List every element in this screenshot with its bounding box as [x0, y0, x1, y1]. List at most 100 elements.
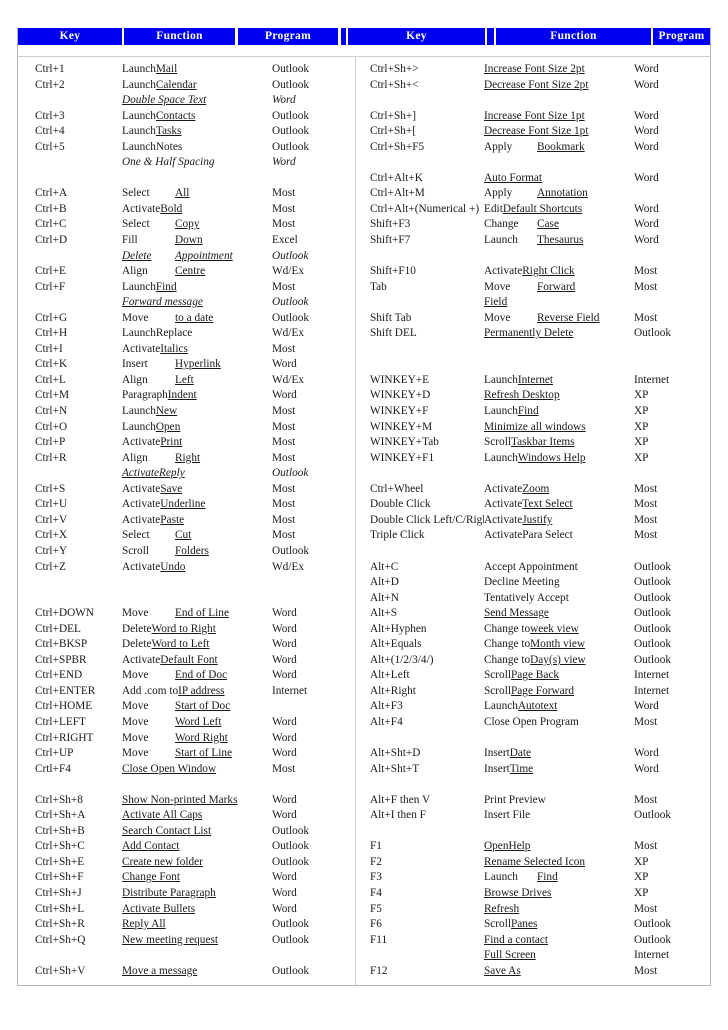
shortcut-key-cell: Ctrl+Sh+J [35, 886, 82, 899]
table-row-spacer [356, 731, 710, 747]
table-row: Alt+(1/2/3/4/) Change to Day(s) view Outlo… [356, 653, 710, 669]
table-row: Ctrl+Wheel Activate Zoom Most [356, 482, 710, 498]
table-row: Ctrl+H Launch Replace Wd/Ex [18, 326, 355, 342]
shortcut-function-cell: Activate Print [122, 435, 272, 451]
table-row: F4 Browse Drives XP [356, 886, 710, 902]
function-verb: Apply [484, 187, 513, 200]
function-verb: Move [122, 607, 149, 620]
shortcut-program-cell: XP [634, 871, 649, 884]
function-object: Contacts [155, 109, 196, 122]
table-row: Ctrl+B Activate Bold Most [18, 202, 355, 218]
shortcut-function-cell: Search Contact List [122, 824, 272, 840]
function-object: Cut [175, 529, 192, 542]
shortcut-function-cell: Launch Thesaurus [484, 233, 634, 249]
header-program-right: Program [653, 28, 710, 45]
function-verb: Move [484, 311, 511, 324]
function-verb: Launch [122, 420, 156, 433]
function-object: Italics [160, 342, 188, 355]
shortcut-function-cell: Launch Notes [122, 140, 272, 156]
shortcut-function-cell: Activate Para Select [484, 528, 634, 544]
shortcut-key-cell: Ctrl+RIGHT [35, 731, 94, 744]
function-verb: Activate [484, 529, 523, 542]
function-verb: Launch [484, 700, 518, 713]
function-text: Print Preview [484, 793, 546, 806]
shortcut-function-cell: Activate Justify [484, 513, 634, 529]
function-verb: Launch [484, 871, 518, 884]
shortcut-key-cell: Ctrl+P [35, 436, 66, 449]
table-row: Field [356, 295, 710, 311]
shortcut-key-cell: Ctrl+E [35, 265, 66, 278]
table-row: Ctrl+L Align Left Wd/Ex [18, 373, 355, 389]
shortcut-program-cell: Outlook [634, 653, 672, 666]
shortcut-key-cell: Alt+Equals [370, 638, 422, 651]
shortcut-program-cell: Most [634, 498, 658, 511]
table-row: Ctrl+Sh+V Move a message Outlook [18, 964, 355, 980]
shortcut-key-cell: Ctrl+Alt+(Numerical +) [370, 202, 480, 215]
table-row-spacer [18, 591, 355, 607]
table-row: Ctrl+RIGHT Move Word Right Word [18, 731, 355, 747]
shortcut-key-cell: Shift Tab [370, 311, 412, 324]
table-row: Double Click Activate Text Select Most [356, 497, 710, 513]
shortcut-program-cell: Word [272, 669, 297, 682]
shortcut-program-cell: Wd/Ex [272, 327, 304, 340]
shortcut-key-cell: Shift+F10 [370, 265, 416, 278]
shortcut-function-cell: Close Open Window [122, 762, 272, 778]
function-verb: Select [122, 218, 150, 231]
shortcut-key-cell: Ctrl+3 [35, 109, 65, 122]
shortcut-function-cell: Activate Text Select [484, 497, 634, 513]
function-object: Start of Line [175, 747, 233, 760]
function-text: Double Space Text [122, 94, 207, 107]
function-verb: Apply [484, 140, 513, 153]
shortcut-function-cell: Reply All [122, 917, 272, 933]
table-row: Ctrl+A Select All Most [18, 186, 355, 202]
function-text: Activate Bullets [122, 902, 196, 915]
function-object: Right Click [522, 265, 575, 278]
shortcut-function-cell: Field [484, 295, 634, 311]
shortcut-program-cell: Most [272, 342, 296, 355]
shortcut-function-cell: Create new folder [122, 855, 272, 871]
shortcut-program-cell: XP [634, 855, 649, 868]
shortcut-program-cell: Word [634, 762, 659, 775]
table-row: Ctrl+S Activate Save Most [18, 482, 355, 498]
function-verb: Move [122, 715, 149, 728]
shortcut-function-cell: Activate All Caps [122, 808, 272, 824]
shortcut-key-cell: Ctrl+DEL [35, 622, 81, 635]
shortcut-program-cell: XP [634, 405, 649, 418]
shortcut-function-cell: Move Reverse Field [484, 311, 634, 327]
table-row: WINKEY+F Launch Find XP [356, 404, 710, 420]
shortcut-function-cell: Scroll Panes [484, 917, 634, 933]
shortcut-function-cell: Activate Bullets [122, 902, 272, 918]
table-row: Double Click Left/C/Right Activate Justif… [356, 513, 710, 529]
function-verb: Select [122, 187, 150, 200]
shortcut-function-cell: Activate Underline [122, 497, 272, 513]
shortcut-function-cell: Edit Default Shortcuts [484, 202, 634, 218]
shortcut-function-cell: Launch Find [484, 404, 634, 420]
shortcut-key-cell: Ctrl+F [35, 280, 66, 293]
table-header-row: Key Function Program Key Function Progra… [18, 28, 710, 45]
shortcut-function-cell: Move Word Left [122, 715, 272, 731]
function-object: Text Select [522, 498, 573, 511]
shortcut-function-cell: Move Forward [484, 280, 634, 296]
shortcut-key-cell: Shift+F7 [370, 234, 411, 247]
shortcut-program-cell: Word [634, 202, 659, 215]
shortcut-key-cell: Double Click [370, 498, 431, 511]
table-row: Ctrl+P Activate Print Most [18, 435, 355, 451]
function-verb: Launch [122, 63, 156, 75]
function-verb: Scroll [122, 544, 149, 557]
function-text: Accept Appointment [484, 560, 578, 573]
shortcut-key-cell: Ctrl+L [35, 373, 66, 386]
shortcut-key-cell: WINKEY+D [370, 389, 431, 402]
function-object: Find [537, 871, 558, 884]
shortcut-function-cell: Browse Drives [484, 886, 634, 902]
function-text: Search Contact List [122, 824, 212, 837]
shortcut-function-cell: Change to Month view [484, 637, 634, 653]
function-object: Tasks [155, 125, 182, 138]
shortcut-program-cell: Most [634, 513, 658, 526]
header-spacer [487, 28, 494, 45]
table-row: Ctrl+Sh+C Add Contact Outlook [18, 839, 355, 855]
shortcut-program-cell: Outlook [634, 607, 672, 620]
function-object: Panes [511, 918, 538, 931]
shortcut-key-cell: Alt+F3 [370, 700, 403, 713]
shortcut-function-cell: Activate Italics [122, 342, 272, 358]
table-row: Ctrl+Sh+< Decrease Font Size 2pt Word [356, 78, 710, 94]
